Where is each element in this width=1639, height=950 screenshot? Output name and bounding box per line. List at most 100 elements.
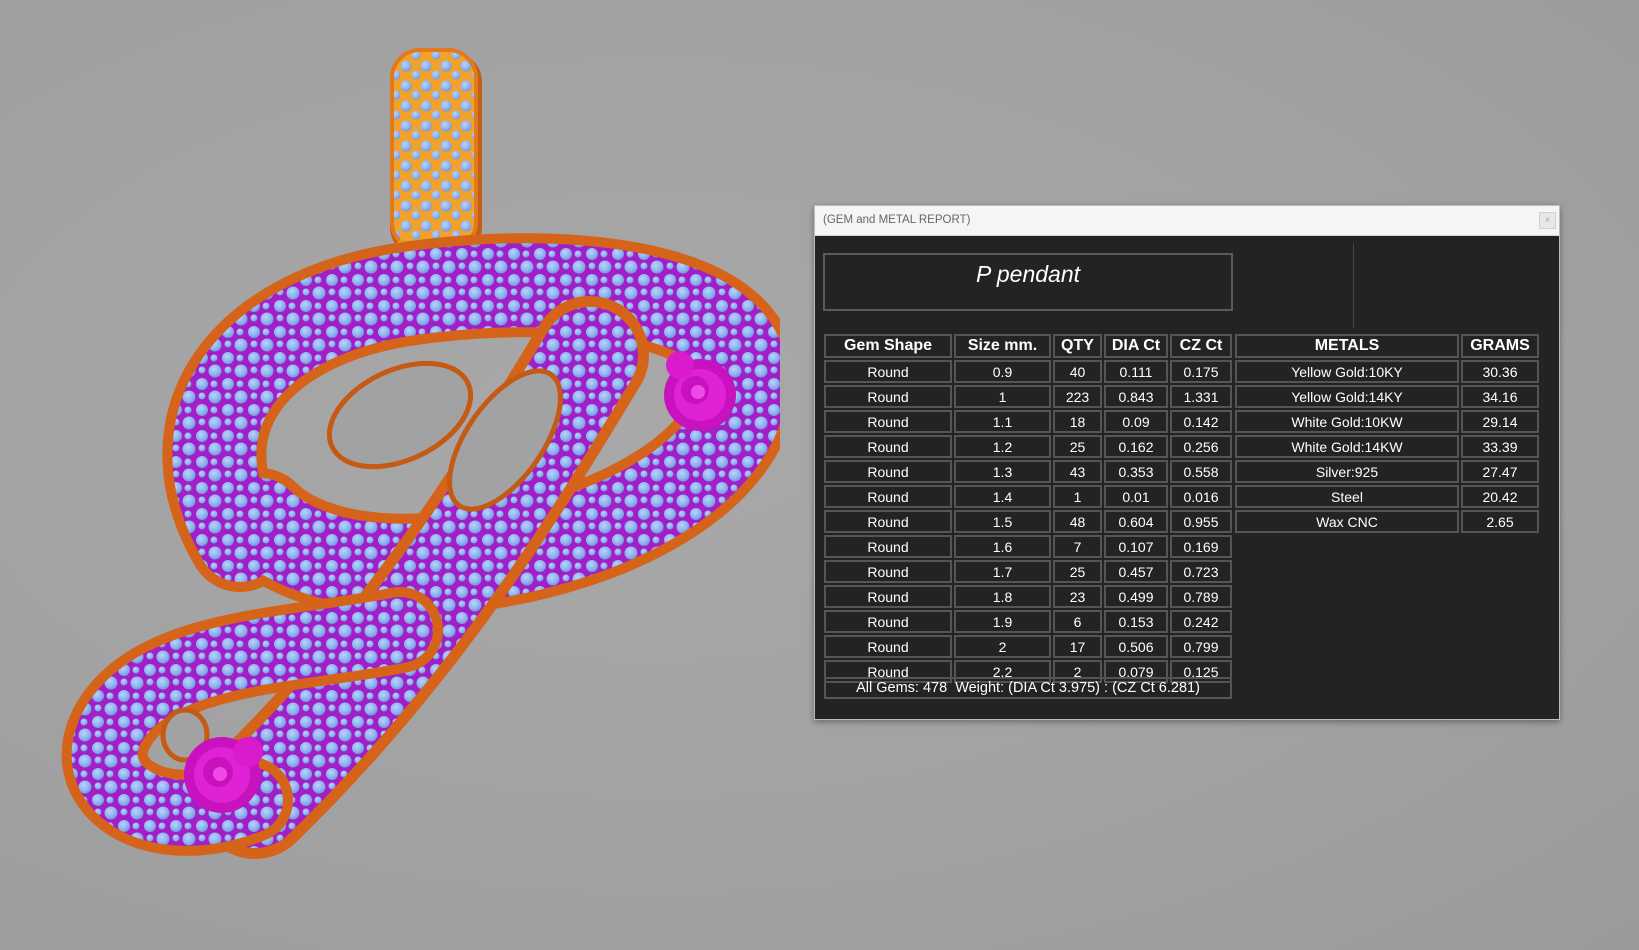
gem-row-cell: 0.256 xyxy=(1170,435,1232,458)
metal-row-cell: 2.65 xyxy=(1461,510,1539,533)
gem-row-cell: 223 xyxy=(1053,385,1102,408)
gem-row-cell: 25 xyxy=(1053,435,1102,458)
gem-row: Round 1.7 25 0.457 0.723 xyxy=(824,560,1232,583)
gem-row-cell: Round xyxy=(824,510,952,533)
gem-row-cell: 18 xyxy=(1053,410,1102,433)
gem-row-cell: Round xyxy=(824,460,952,483)
gem-row-cell: 0.111 xyxy=(1104,360,1168,383)
gem-row: Round 1.9 6 0.153 0.242 xyxy=(824,610,1232,633)
header-divider xyxy=(1353,243,1354,328)
gem-row-cell: 0.175 xyxy=(1170,360,1232,383)
metal-row-cell: 29.14 xyxy=(1461,410,1539,433)
gem-row: Round 1.8 23 0.499 0.789 xyxy=(824,585,1232,608)
gem-row-cell: 2 xyxy=(954,635,1051,658)
gem-row-cell: 0.604 xyxy=(1104,510,1168,533)
metal-row-cell: 33.39 xyxy=(1461,435,1539,458)
gem-row-cell: Round xyxy=(824,635,952,658)
gem-row-cell: 1.9 xyxy=(954,610,1051,633)
product-name-box: P pendant xyxy=(823,253,1233,311)
gem-row-cell: Round xyxy=(824,410,952,433)
gem-row-cell: 0.242 xyxy=(1170,610,1232,633)
metal-row-cell: White Gold:14KW xyxy=(1235,435,1459,458)
pendant-illustration xyxy=(61,48,780,859)
gem-row-cell: 0.506 xyxy=(1104,635,1168,658)
metal-row: Yellow Gold:10KY 30.36 xyxy=(1235,360,1539,383)
gem-metal-report-window: (GEM and METAL REPORT) × P pendant Gem S… xyxy=(814,205,1560,720)
gem-row-cell: Round xyxy=(824,435,952,458)
metal-row-cell: 30.36 xyxy=(1461,360,1539,383)
gem-row: Round 1.3 43 0.353 0.558 xyxy=(824,460,1232,483)
metal-row: White Gold:10KW 29.14 xyxy=(1235,410,1539,433)
gem-row-cell: 0.153 xyxy=(1104,610,1168,633)
gem-row: Round 1 223 0.843 1.331 xyxy=(824,385,1232,408)
metal-row: Yellow Gold:14KY 34.16 xyxy=(1235,385,1539,408)
metal-row-cell: Wax CNC xyxy=(1235,510,1459,533)
window-title: (GEM and METAL REPORT) xyxy=(823,214,971,226)
gem-row-cell: 0.955 xyxy=(1170,510,1232,533)
gem-row-cell: 0.142 xyxy=(1170,410,1232,433)
gem-row: Round 1.1 18 0.09 0.142 xyxy=(824,410,1232,433)
gem-row-cell: Round xyxy=(824,360,952,383)
product-name: P pendant xyxy=(975,261,1081,287)
metal-row-cell: Silver:925 xyxy=(1235,460,1459,483)
gem-row-cell: Round xyxy=(824,560,952,583)
metal-row-cell: 27.47 xyxy=(1461,460,1539,483)
gem-row-cell: 0.169 xyxy=(1170,535,1232,558)
metal-row: Wax CNC 2.65 xyxy=(1235,510,1539,533)
gem-row-cell: Round xyxy=(824,585,952,608)
metal-row-cell: Yellow Gold:14KY xyxy=(1235,385,1459,408)
metal-row: Steel 20.42 xyxy=(1235,485,1539,508)
gem-row-cell: 0.01 xyxy=(1104,485,1168,508)
gem-row-cell: 0.789 xyxy=(1170,585,1232,608)
gem-row: Round 2 17 0.506 0.799 xyxy=(824,635,1232,658)
gem-row-cell: 1.5 xyxy=(954,510,1051,533)
gem-row: Round 1.5 48 0.604 0.955 xyxy=(824,510,1232,533)
metal-row-cell: Yellow Gold:10KY xyxy=(1235,360,1459,383)
gems-summary: All Gems: 478 Weight: (DIA Ct 3.975) : (… xyxy=(824,677,1232,699)
gem-row-cell: 0.457 xyxy=(1104,560,1168,583)
gem-row-cell: Round xyxy=(824,610,952,633)
metal-row-cell: Steel xyxy=(1235,485,1459,508)
close-icon[interactable]: × xyxy=(1539,212,1556,229)
gem-row-cell: Round xyxy=(824,485,952,508)
gem-row-cell: 1.1 xyxy=(954,410,1051,433)
gem-row-cell: 0.843 xyxy=(1104,385,1168,408)
metal-row: Silver:925 27.47 xyxy=(1235,460,1539,483)
col-size-mm: Size mm. xyxy=(954,334,1051,358)
gem-row-cell: 17 xyxy=(1053,635,1102,658)
gem-row-cell: 25 xyxy=(1053,560,1102,583)
gem-row-cell: 0.799 xyxy=(1170,635,1232,658)
gem-row-cell: 0.162 xyxy=(1104,435,1168,458)
gems-header-row: Gem Shape Size mm. QTY DIA Ct CZ Ct xyxy=(824,334,1232,358)
gem-row-cell: 1.7 xyxy=(954,560,1051,583)
gem-row: Round 1.2 25 0.162 0.256 xyxy=(824,435,1232,458)
gem-row-cell: 1.3 xyxy=(954,460,1051,483)
gem-row-cell: 1.8 xyxy=(954,585,1051,608)
gem-row-cell: 0.107 xyxy=(1104,535,1168,558)
col-qty: QTY xyxy=(1053,334,1102,358)
col-gem-shape: Gem Shape xyxy=(824,334,952,358)
pendant-render xyxy=(0,0,780,950)
metal-row-cell: White Gold:10KW xyxy=(1235,410,1459,433)
letter-p xyxy=(61,233,780,859)
gem-row: Round 1.6 7 0.107 0.169 xyxy=(824,535,1232,558)
metals-header-row: METALS GRAMS xyxy=(1235,334,1539,358)
gem-row-cell: 1 xyxy=(954,385,1051,408)
gem-row-cell: 0.09 xyxy=(1104,410,1168,433)
gem-row-cell: 0.499 xyxy=(1104,585,1168,608)
gem-row-cell: 0.558 xyxy=(1170,460,1232,483)
col-cz-ct: CZ Ct xyxy=(1170,334,1232,358)
col-dia-ct: DIA Ct xyxy=(1104,334,1168,358)
gem-row-cell: 40 xyxy=(1053,360,1102,383)
gem-row-cell: 23 xyxy=(1053,585,1102,608)
gem-row-cell: 6 xyxy=(1053,610,1102,633)
metals-table: METALS GRAMS Yellow Gold:10KY 30.36 Yellow… xyxy=(1233,332,1541,535)
gem-row-cell: 1.4 xyxy=(954,485,1051,508)
window-titlebar[interactable]: (GEM and METAL REPORT) × xyxy=(815,206,1559,236)
col-metals: METALS xyxy=(1235,334,1459,358)
gem-row-cell: 43 xyxy=(1053,460,1102,483)
gem-row-cell: Round xyxy=(824,385,952,408)
gem-row-cell: 0.016 xyxy=(1170,485,1232,508)
gem-row-cell: 1.2 xyxy=(954,435,1051,458)
gem-row-cell: 0.9 xyxy=(954,360,1051,383)
